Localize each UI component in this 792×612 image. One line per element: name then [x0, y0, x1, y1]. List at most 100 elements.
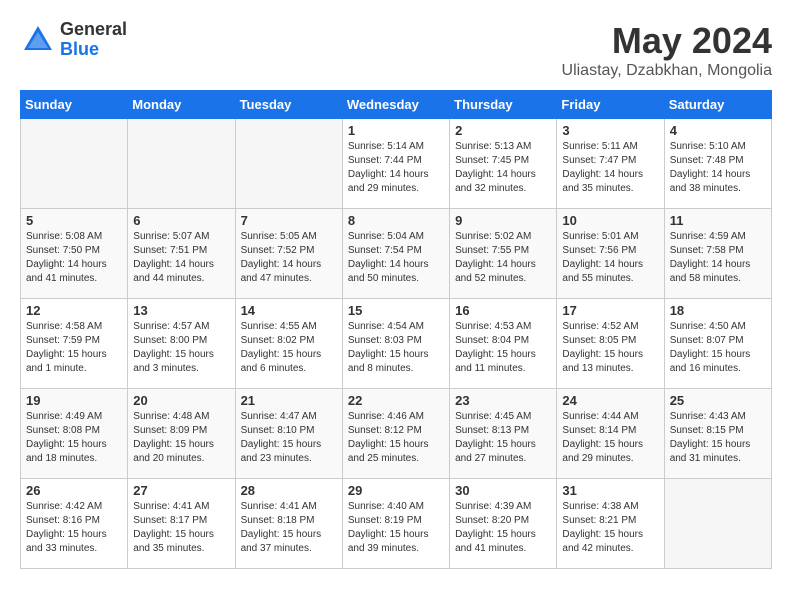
- calendar-cell: 10 Sunrise: 5:01 AMSunset: 7:56 PMDayligh…: [557, 209, 664, 299]
- calendar-cell: 15 Sunrise: 4:54 AMSunset: 8:03 PMDayligh…: [342, 299, 449, 389]
- calendar-cell: 25 Sunrise: 4:43 AMSunset: 8:15 PMDayligh…: [664, 389, 771, 479]
- weekday-header-monday: Monday: [128, 91, 235, 119]
- calendar-cell: [21, 119, 128, 209]
- day-info: Sunrise: 5:05 AMSunset: 7:52 PMDaylight:…: [241, 230, 337, 286]
- calendar-cell: 13Sunrise: 4:57 AMSunset: 8:00 PMDayligh…: [128, 299, 235, 389]
- day-number: 11: [670, 213, 766, 228]
- day-info: Sunrise: 4:40 AMSunset: 8:19 PMDaylight:…: [348, 500, 444, 556]
- day-info: Sunrise: 4:44 AMSunset: 8:14 PMDaylight:…: [562, 410, 658, 466]
- week-row-5: 26 Sunrise: 4:42 AMSunset: 8:16 PMDayligh…: [21, 479, 772, 569]
- calendar-cell: 28Sunrise: 4:41 AMSunset: 8:18 PMDayligh…: [235, 479, 342, 569]
- day-info: Sunrise: 4:39 AMSunset: 8:20 PMDaylight:…: [455, 500, 551, 556]
- calendar-body: 1 Sunrise: 5:14 AMSunset: 7:44 PMDaylight…: [21, 119, 772, 569]
- day-number: 14: [241, 303, 337, 318]
- logo-general: General: [60, 20, 127, 40]
- weekday-header-sunday: Sunday: [21, 91, 128, 119]
- day-info: Sunrise: 4:58 AMSunset: 7:59 PMDaylight:…: [26, 320, 122, 376]
- calendar-cell: [235, 119, 342, 209]
- day-number: 21: [241, 393, 337, 408]
- title-block: May 2024 Uliastay, Dzabkhan, Mongolia: [562, 20, 772, 80]
- calendar-cell: 7 Sunrise: 5:05 AMSunset: 7:52 PMDaylight…: [235, 209, 342, 299]
- week-row-4: 19 Sunrise: 4:49 AMSunset: 8:08 PMDayligh…: [21, 389, 772, 479]
- day-number: 22: [348, 393, 444, 408]
- day-info: Sunrise: 4:45 AMSunset: 8:13 PMDaylight:…: [455, 410, 551, 466]
- calendar-cell: 4 Sunrise: 5:10 AMSunset: 7:48 PMDaylight…: [664, 119, 771, 209]
- day-info: Sunrise: 4:54 AMSunset: 8:03 PMDaylight:…: [348, 320, 444, 376]
- calendar-cell: 20 Sunrise: 4:48 AMSunset: 8:09 PMDayligh…: [128, 389, 235, 479]
- day-info: Sunrise: 4:47 AMSunset: 8:10 PMDaylight:…: [241, 410, 337, 466]
- calendar-cell: 29 Sunrise: 4:40 AMSunset: 8:19 PMDayligh…: [342, 479, 449, 569]
- day-number: 5: [26, 213, 122, 228]
- logo-text: General Blue: [60, 20, 127, 60]
- day-info: Sunrise: 4:50 AMSunset: 8:07 PMDaylight:…: [670, 320, 766, 376]
- calendar-cell: 16Sunrise: 4:53 AMSunset: 8:04 PMDayligh…: [450, 299, 557, 389]
- day-number: 12: [26, 303, 122, 318]
- weekday-header-saturday: Saturday: [664, 91, 771, 119]
- day-number: 28: [241, 483, 337, 498]
- calendar-cell: 11 Sunrise: 4:59 AMSunset: 7:58 PMDayligh…: [664, 209, 771, 299]
- day-number: 19: [26, 393, 122, 408]
- week-row-3: 12 Sunrise: 4:58 AMSunset: 7:59 PMDayligh…: [21, 299, 772, 389]
- day-number: 15: [348, 303, 444, 318]
- calendar-cell: 27Sunrise: 4:41 AMSunset: 8:17 PMDayligh…: [128, 479, 235, 569]
- day-info: Sunrise: 4:46 AMSunset: 8:12 PMDaylight:…: [348, 410, 444, 466]
- calendar-cell: 18 Sunrise: 4:50 AMSunset: 8:07 PMDayligh…: [664, 299, 771, 389]
- day-number: 18: [670, 303, 766, 318]
- calendar-cell: 14 Sunrise: 4:55 AMSunset: 8:02 PMDayligh…: [235, 299, 342, 389]
- calendar-cell: 24 Sunrise: 4:44 AMSunset: 8:14 PMDayligh…: [557, 389, 664, 479]
- day-number: 25: [670, 393, 766, 408]
- calendar-cell: 23 Sunrise: 4:45 AMSunset: 8:13 PMDayligh…: [450, 389, 557, 479]
- day-info: Sunrise: 4:49 AMSunset: 8:08 PMDaylight:…: [26, 410, 122, 466]
- day-info: Sunrise: 5:07 AMSunset: 7:51 PMDaylight:…: [133, 230, 229, 286]
- day-number: 24: [562, 393, 658, 408]
- day-number: 4: [670, 123, 766, 138]
- week-row-1: 1 Sunrise: 5:14 AMSunset: 7:44 PMDaylight…: [21, 119, 772, 209]
- day-number: 7: [241, 213, 337, 228]
- day-number: 23: [455, 393, 551, 408]
- day-info: Sunrise: 4:55 AMSunset: 8:02 PMDaylight:…: [241, 320, 337, 376]
- day-info: Sunrise: 5:13 AMSunset: 7:45 PMDaylight:…: [455, 140, 551, 196]
- calendar-title: May 2024: [562, 20, 772, 62]
- page-header: General Blue May 2024 Uliastay, Dzabkhan…: [20, 20, 772, 80]
- day-number: 8: [348, 213, 444, 228]
- calendar-cell: [664, 479, 771, 569]
- day-number: 3: [562, 123, 658, 138]
- day-info: Sunrise: 4:48 AMSunset: 8:09 PMDaylight:…: [133, 410, 229, 466]
- day-number: 16: [455, 303, 551, 318]
- calendar-cell: 31Sunrise: 4:38 AMSunset: 8:21 PMDayligh…: [557, 479, 664, 569]
- day-info: Sunrise: 4:42 AMSunset: 8:16 PMDaylight:…: [26, 500, 122, 556]
- day-info: Sunrise: 5:11 AMSunset: 7:47 PMDaylight:…: [562, 140, 658, 196]
- day-info: Sunrise: 4:43 AMSunset: 8:15 PMDaylight:…: [670, 410, 766, 466]
- calendar-cell: 30 Sunrise: 4:39 AMSunset: 8:20 PMDayligh…: [450, 479, 557, 569]
- weekday-header-wednesday: Wednesday: [342, 91, 449, 119]
- calendar-cell: 8 Sunrise: 5:04 AMSunset: 7:54 PMDaylight…: [342, 209, 449, 299]
- day-number: 9: [455, 213, 551, 228]
- day-number: 30: [455, 483, 551, 498]
- calendar-cell: 1 Sunrise: 5:14 AMSunset: 7:44 PMDaylight…: [342, 119, 449, 209]
- calendar-cell: 6 Sunrise: 5:07 AMSunset: 7:51 PMDaylight…: [128, 209, 235, 299]
- weekday-header-tuesday: Tuesday: [235, 91, 342, 119]
- calendar-cell: 12 Sunrise: 4:58 AMSunset: 7:59 PMDayligh…: [21, 299, 128, 389]
- day-info: Sunrise: 5:04 AMSunset: 7:54 PMDaylight:…: [348, 230, 444, 286]
- day-number: 29: [348, 483, 444, 498]
- day-number: 10: [562, 213, 658, 228]
- calendar-cell: 26 Sunrise: 4:42 AMSunset: 8:16 PMDayligh…: [21, 479, 128, 569]
- day-number: 26: [26, 483, 122, 498]
- day-number: 20: [133, 393, 229, 408]
- day-info: Sunrise: 5:01 AMSunset: 7:56 PMDaylight:…: [562, 230, 658, 286]
- day-info: Sunrise: 4:59 AMSunset: 7:58 PMDaylight:…: [670, 230, 766, 286]
- day-info: Sunrise: 4:52 AMSunset: 8:05 PMDaylight:…: [562, 320, 658, 376]
- day-number: 17: [562, 303, 658, 318]
- weekday-header-row: SundayMondayTuesdayWednesdayThursdayFrid…: [21, 91, 772, 119]
- day-info: Sunrise: 5:14 AMSunset: 7:44 PMDaylight:…: [348, 140, 444, 196]
- weekday-header-thursday: Thursday: [450, 91, 557, 119]
- day-info: Sunrise: 4:38 AMSunset: 8:21 PMDaylight:…: [562, 500, 658, 556]
- day-info: Sunrise: 5:10 AMSunset: 7:48 PMDaylight:…: [670, 140, 766, 196]
- week-row-2: 5Sunrise: 5:08 AMSunset: 7:50 PMDaylight…: [21, 209, 772, 299]
- weekday-header-friday: Friday: [557, 91, 664, 119]
- day-info: Sunrise: 4:57 AMSunset: 8:00 PMDaylight:…: [133, 320, 229, 376]
- day-number: 6: [133, 213, 229, 228]
- day-number: 1: [348, 123, 444, 138]
- logo: General Blue: [20, 20, 127, 60]
- logo-icon: [20, 22, 56, 58]
